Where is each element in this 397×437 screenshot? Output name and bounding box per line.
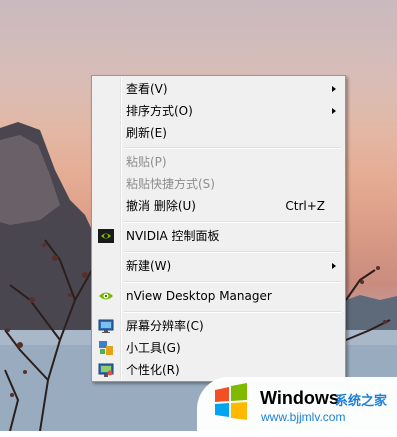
watermark-chinese: 系统之家 — [335, 394, 388, 409]
menu-separator — [124, 311, 341, 313]
menu-separator — [124, 147, 341, 149]
menu-item-refresh-label: 刷新(E) — [126, 126, 167, 140]
menu-item-view[interactable]: 查看(V) — [94, 78, 343, 100]
menu-separator — [124, 281, 341, 283]
menu-separator — [124, 221, 341, 223]
windows-logo-icon — [215, 383, 247, 420]
menu-item-sort-by-label: 排序方式(O) — [126, 104, 193, 118]
menu-item-nview-desktop-manager[interactable]: nView Desktop Manager — [94, 285, 343, 307]
monitor-resolution-icon — [98, 319, 114, 333]
menu-item-paste[interactable]: 粘贴(P) — [94, 151, 343, 173]
watermark-url: www.bjjmlv.com — [261, 410, 346, 424]
menu-item-undo-delete-label: 撤消 删除(U) — [126, 199, 196, 213]
submenu-arrow-icon — [332, 86, 336, 92]
menu-item-paste-shortcut[interactable]: 粘贴快捷方式(S) — [94, 173, 343, 195]
watermark-title: Windows — [260, 388, 339, 408]
submenu-arrow-icon — [332, 263, 336, 269]
personalize-icon — [98, 363, 114, 377]
desktop-context-menu: 查看(V) 排序方式(O) 刷新(E) 粘贴(P) 粘贴快捷方式(S) 撤消 删… — [91, 75, 346, 382]
submenu-arrow-icon — [332, 108, 336, 114]
menu-separator — [124, 251, 341, 253]
menu-item-paste-label: 粘贴(P) — [126, 155, 167, 169]
menu-item-screen-resolution[interactable]: 屏幕分辨率(C) — [94, 315, 343, 337]
menu-item-gadgets-label: 小工具(G) — [126, 341, 181, 355]
gadgets-icon — [99, 341, 113, 355]
menu-item-undo-delete[interactable]: 撤消 删除(U) Ctrl+Z — [94, 195, 343, 217]
menu-item-refresh[interactable]: 刷新(E) — [94, 122, 343, 144]
menu-item-undo-delete-shortcut: Ctrl+Z — [285, 199, 325, 213]
menu-item-sort-by[interactable]: 排序方式(O) — [94, 100, 343, 122]
nvidia-icon — [98, 229, 114, 243]
menu-item-gadgets[interactable]: 小工具(G) — [94, 337, 343, 359]
menu-item-paste-shortcut-label: 粘贴快捷方式(S) — [126, 177, 215, 191]
menu-item-view-label: 查看(V) — [126, 82, 168, 96]
menu-item-personalize-label: 个性化(R) — [126, 363, 180, 377]
menu-item-nvidia-control-panel[interactable]: NVIDIA 控制面板 — [94, 225, 343, 247]
menu-item-screen-resolution-label: 屏幕分辨率(C) — [126, 319, 204, 333]
menu-item-new-label: 新建(W) — [126, 259, 172, 273]
menu-item-nvidia-control-panel-label: NVIDIA 控制面板 — [126, 229, 220, 243]
menu-item-nview-desktop-manager-label: nView Desktop Manager — [126, 289, 272, 303]
nvidia-eye-icon — [99, 292, 113, 300]
menu-item-new[interactable]: 新建(W) — [94, 255, 343, 277]
